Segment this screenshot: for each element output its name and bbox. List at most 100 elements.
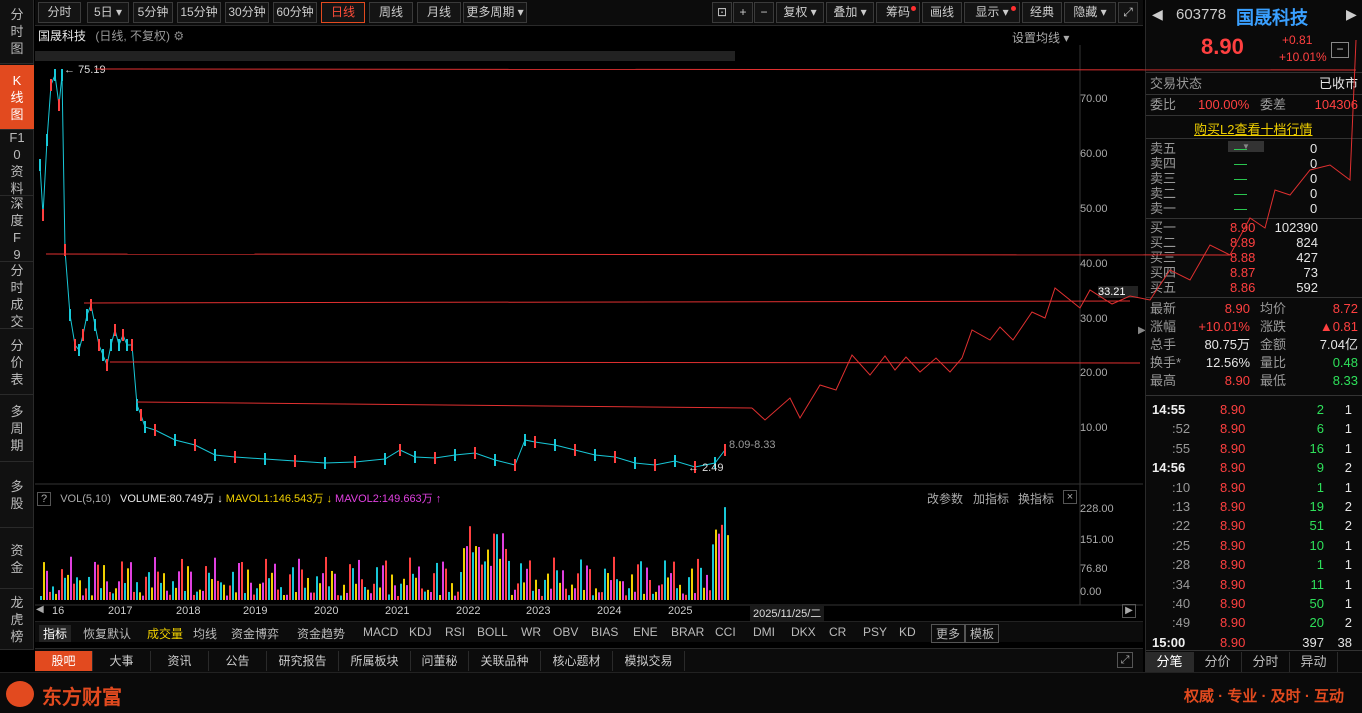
sidebar-item-f10[interactable]: F10资料 xyxy=(0,130,34,196)
bottom-tab-6[interactable]: 问董秘 xyxy=(411,651,469,671)
indicator-22[interactable]: 模板 xyxy=(965,624,1000,643)
volume-bar xyxy=(250,582,252,600)
right-tab-2[interactable]: 分时 xyxy=(1242,652,1290,672)
indicator-3[interactable]: 均线 xyxy=(193,625,217,642)
volume-bar xyxy=(457,591,459,600)
candle xyxy=(174,434,176,446)
volume-bar xyxy=(421,588,423,600)
indicator-2[interactable]: 成交量 xyxy=(147,625,183,642)
zoom-in-icon[interactable]: + xyxy=(733,2,753,23)
sidebar-item-multiperiod[interactable]: 多周期 xyxy=(0,396,34,462)
sidebar-item-pricetable[interactable]: 分价表 xyxy=(0,330,34,395)
indicator-14[interactable]: BRAR xyxy=(671,625,704,639)
indicator-8[interactable]: RSI xyxy=(445,625,465,639)
period-timeshare[interactable]: 分时 xyxy=(38,2,81,23)
indicator-11[interactable]: OBV xyxy=(553,625,578,639)
zoom-out-icon[interactable]: − xyxy=(754,2,774,23)
back-icon[interactable]: ◀ xyxy=(1152,6,1163,23)
volume-bar xyxy=(355,583,357,600)
fullscreen-icon[interactable]: ⤢ xyxy=(1118,2,1138,23)
forward-icon[interactable]: ▶ xyxy=(1346,6,1357,23)
close-icon[interactable]: × xyxy=(1063,490,1077,504)
volume-bar xyxy=(487,549,489,600)
indicator-13[interactable]: ENE xyxy=(633,625,658,639)
bottom-tab-0[interactable]: 股吧 xyxy=(35,651,93,671)
add-indicator-button[interactable]: 加指标 xyxy=(973,490,1009,507)
volume-bar xyxy=(127,568,129,600)
volume-bar xyxy=(211,579,213,600)
gear-icon[interactable]: ⚙ xyxy=(173,29,184,43)
edit-params-button[interactable]: 改参数 xyxy=(927,490,963,507)
bottom-tab-2[interactable]: 资讯 xyxy=(151,651,209,671)
tick-time: :49 xyxy=(1172,615,1191,631)
period-weekly[interactable]: 周线 xyxy=(369,2,413,23)
volume-bar xyxy=(100,588,102,600)
sidebar-item-depth[interactable]: 深度F9 xyxy=(0,196,34,262)
ask-row: 卖一 — 0 xyxy=(1150,201,1358,216)
indicator-21[interactable]: 更多 xyxy=(931,624,966,643)
bottom-tab-8[interactable]: 核心题材 xyxy=(541,651,613,671)
l2-upgrade-link[interactable]: 购买L2查看十档行情 xyxy=(1194,119,1312,138)
indicator-16[interactable]: DMI xyxy=(753,625,775,639)
indicator-12[interactable]: BIAS xyxy=(591,625,618,639)
indicator-15[interactable]: CCI xyxy=(715,625,736,639)
display-button[interactable]: 显示 ▾ xyxy=(964,2,1020,23)
chips-button[interactable]: 筹码 xyxy=(876,2,920,23)
period-more[interactable]: 更多周期 ▾ xyxy=(463,2,527,23)
help-icon[interactable]: ? xyxy=(37,492,52,506)
hide-button[interactable]: 隐藏 ▾ xyxy=(1064,2,1116,23)
bottom-tab-9[interactable]: 模拟交易 xyxy=(613,651,685,671)
tick-vol: 11 xyxy=(1310,576,1325,592)
lock-icon[interactable]: ⊡ xyxy=(712,2,732,23)
minus-icon[interactable]: − xyxy=(1331,42,1349,58)
adjust-button[interactable]: 复权 ▾ xyxy=(776,2,824,23)
period-5day[interactable]: 5日 ▾ xyxy=(87,2,129,23)
scroll-right-icon[interactable]: ▶ xyxy=(1122,604,1136,618)
indicator-7[interactable]: KDJ xyxy=(409,625,432,639)
scroll-left-icon[interactable]: ◀ xyxy=(36,604,44,615)
tick-row: :52 8.90 6 1 xyxy=(1150,419,1358,438)
bottom-tab-1[interactable]: 大事 xyxy=(93,651,151,671)
classic-button[interactable]: 经典 xyxy=(1022,2,1062,23)
period-5min[interactable]: 5分钟 xyxy=(133,2,173,23)
overlay-button[interactable]: 叠加 ▾ xyxy=(826,2,874,23)
volume-bar xyxy=(193,594,195,600)
sidebar-item-multistock[interactable]: 多股 xyxy=(0,463,34,528)
kline-chart[interactable] xyxy=(35,45,1143,621)
period-daily[interactable]: 日线 xyxy=(321,2,365,23)
bottom-tab-7[interactable]: 关联品种 xyxy=(469,651,541,671)
indicator-9[interactable]: BOLL xyxy=(477,625,508,639)
indicator-19[interactable]: PSY xyxy=(863,625,887,639)
right-tab-3[interactable]: 异动 xyxy=(1290,652,1338,672)
ma-settings-button[interactable]: 设置均线 ▾ xyxy=(1012,29,1069,46)
indicator-18[interactable]: CR xyxy=(829,625,846,639)
period-30min[interactable]: 30分钟 xyxy=(225,2,269,23)
bottom-tab-5[interactable]: 所属板块 xyxy=(339,651,411,671)
indicator-5[interactable]: 资金趋势 xyxy=(297,625,345,642)
sidebar-item-dragon[interactable]: 龙虎榜 xyxy=(0,590,34,650)
switch-indicator-button[interactable]: 换指标 xyxy=(1018,490,1054,507)
right-tab-0[interactable]: 分笔 xyxy=(1146,652,1194,672)
expand-icon[interactable]: ⤢ xyxy=(1117,652,1133,668)
volume-bar xyxy=(214,557,216,600)
period-60min[interactable]: 60分钟 xyxy=(273,2,317,23)
sidebar-item-funds[interactable]: 资金 xyxy=(0,529,34,589)
indicator-6[interactable]: MACD xyxy=(363,625,398,639)
indicator-1[interactable]: 恢复默认 xyxy=(83,625,131,642)
indicator-20[interactable]: KD xyxy=(899,625,916,639)
draw-button[interactable]: 画线 xyxy=(922,2,962,23)
sidebar-item-ticks[interactable]: 分时成交 xyxy=(0,263,34,329)
indicator-4[interactable]: 资金博弈 xyxy=(231,625,279,642)
right-tab-1[interactable]: 分价 xyxy=(1194,652,1242,672)
volume-bar xyxy=(361,579,363,600)
sidebar-item-kline[interactable]: K线图 xyxy=(0,65,34,130)
indicator-0[interactable]: 指标 xyxy=(39,625,72,642)
indicator-17[interactable]: DKX xyxy=(791,625,816,639)
indicator-10[interactable]: WR xyxy=(521,625,541,639)
volume-bar xyxy=(727,535,729,600)
bottom-tab-4[interactable]: 研究报告 xyxy=(267,651,339,671)
sidebar-item-timeshare[interactable]: 分时图 xyxy=(0,0,34,64)
period-monthly[interactable]: 月线 xyxy=(417,2,461,23)
bottom-tab-3[interactable]: 公告 xyxy=(209,651,267,671)
period-15min[interactable]: 15分钟 xyxy=(177,2,221,23)
